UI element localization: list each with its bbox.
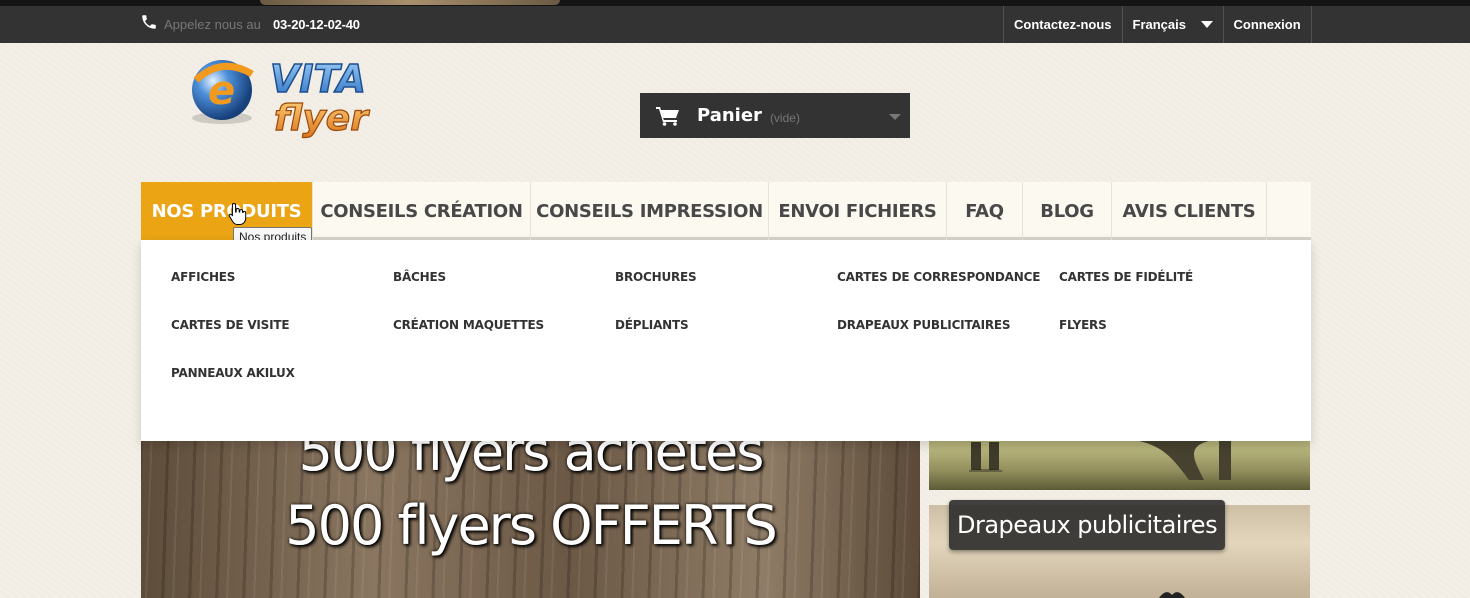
main-menu: NOS PRODUITS CONSEILS CRÉATION CONSEILS … xyxy=(141,182,1311,240)
svg-text:VITA: VITA xyxy=(270,57,366,101)
menu-item-conseils-impression[interactable]: CONSEILS IMPRESSION xyxy=(531,182,769,240)
language-label: Français xyxy=(1132,17,1186,32)
dropdown-item-creation-maquettes[interactable]: CRÉATION MAQUETTES xyxy=(393,318,544,332)
login-link[interactable]: Connexion xyxy=(1224,6,1312,43)
phone-icon xyxy=(142,15,156,29)
chevron-down-icon xyxy=(1200,21,1213,28)
hand-cursor-icon xyxy=(228,202,247,225)
bird-image xyxy=(1159,592,1185,598)
top-decoration xyxy=(260,0,560,5)
site-logo[interactable]: e VITA flyer xyxy=(186,52,450,152)
menu-item-envoi-fichiers[interactable]: ENVOI FICHIERS xyxy=(769,182,947,240)
phone-label: Appelez nous au xyxy=(164,17,261,32)
top-nav: Contactez-nous Français Connexion xyxy=(1003,6,1312,43)
elephant-image xyxy=(1134,440,1231,480)
svg-text:flyer: flyer xyxy=(274,98,370,139)
dropdown-item-cartes-visite[interactable]: CARTES DE VISITE xyxy=(171,318,290,332)
cart-status: (vide) xyxy=(769,110,800,125)
svg-text:e: e xyxy=(208,68,235,114)
products-dropdown: AFFICHES BÂCHES BROCHURES CARTES DE CORR… xyxy=(141,240,1311,441)
dropdown-item-baches[interactable]: BÂCHES xyxy=(393,270,446,284)
cart-label: Panier xyxy=(697,105,762,126)
menu-item-conseils-creation[interactable]: CONSEILS CRÉATION xyxy=(313,182,531,240)
tile-label-drapeaux[interactable]: Drapeaux publicitaires xyxy=(949,500,1226,550)
phone-number: 03-20-12-02-40 xyxy=(273,17,360,32)
cart-chevron-down-icon xyxy=(889,114,901,120)
menu-item-faq[interactable]: FAQ xyxy=(947,182,1023,240)
dropdown-item-flyers[interactable]: FLYERS xyxy=(1059,318,1107,332)
language-selector[interactable]: Français xyxy=(1123,6,1224,43)
dropdown-item-brochures[interactable]: BROCHURES xyxy=(615,270,697,284)
dropdown-item-panneaux-akilux[interactable]: PANNEAUX AKILUX xyxy=(171,366,295,380)
cart-icon xyxy=(656,106,679,126)
dropdown-item-cartes-correspondance[interactable]: CARTES DE CORRESPONDANCE xyxy=(837,270,1040,284)
top-bar: Appelez nous au 03-20-12-02-40 Contactez… xyxy=(0,6,1470,43)
banner-line-2: 500 flyers OFFERTS xyxy=(285,494,778,557)
dropdown-item-cartes-fidelite[interactable]: CARTES DE FIDÉLITÉ xyxy=(1059,270,1193,284)
elephant-legs-image xyxy=(969,442,1003,472)
menu-item-avis-clients[interactable]: AVIS CLIENTS xyxy=(1112,182,1267,240)
cart-button[interactable]: Panier (vide) xyxy=(640,93,910,138)
contact-link[interactable]: Contactez-nous xyxy=(1004,6,1123,43)
dropdown-item-depliants[interactable]: DÉPLIANTS xyxy=(615,318,689,332)
dropdown-item-affiches[interactable]: AFFICHES xyxy=(171,270,235,284)
dropdown-item-drapeaux[interactable]: DRAPEAUX PUBLICITAIRES xyxy=(837,318,1011,332)
menu-item-blog[interactable]: BLOG xyxy=(1023,182,1112,240)
